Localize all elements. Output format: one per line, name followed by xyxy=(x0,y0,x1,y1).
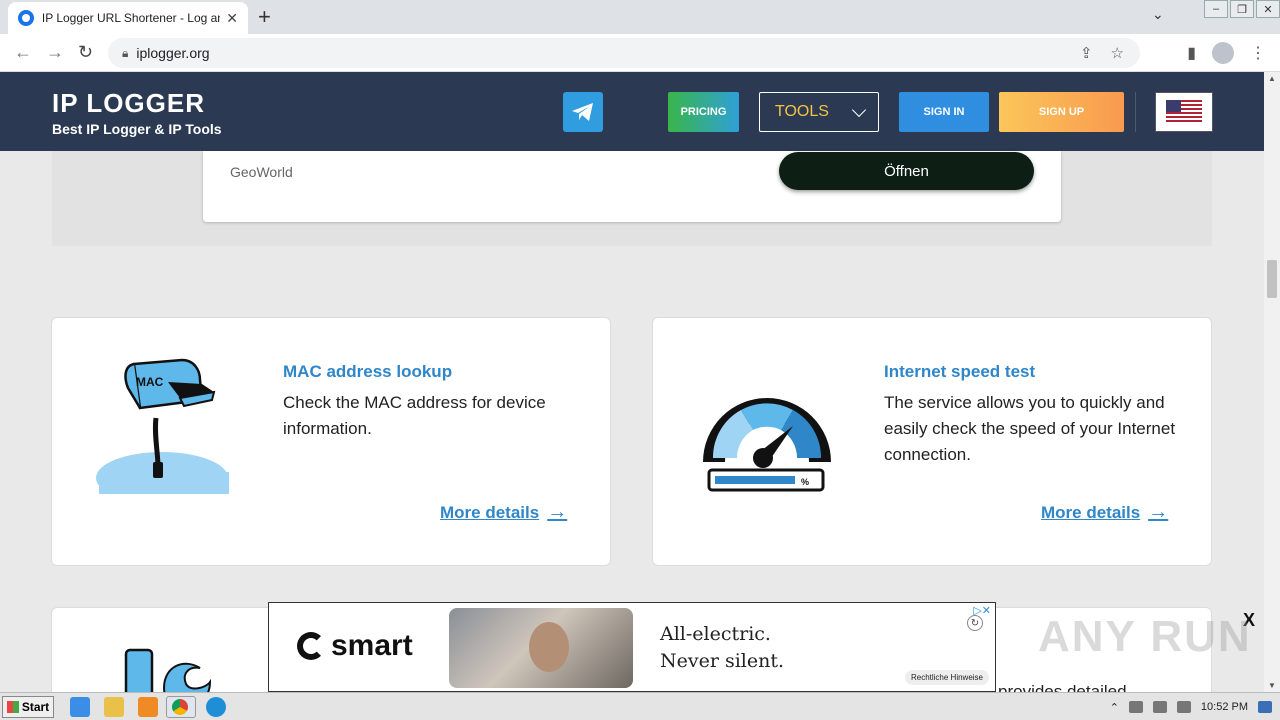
url-text[interactable]: iplogger.org xyxy=(136,45,209,61)
more-details-label: More details xyxy=(1041,502,1141,522)
arrow-right-icon: → xyxy=(547,501,568,523)
site-favicon-icon xyxy=(18,10,34,26)
tab-strip: IP Logger URL Shortener - Log and T ✕ + … xyxy=(0,0,1280,34)
forward-icon[interactable]: → xyxy=(46,42,64,63)
tab-close-icon[interactable]: ✕ xyxy=(226,10,238,27)
more-details-label: More details xyxy=(440,502,540,522)
ad-legal-notice[interactable]: Rechtliche Hinweise xyxy=(904,670,989,685)
scroll-thumb[interactable] xyxy=(1267,260,1277,298)
smart-logo: smart xyxy=(297,629,413,663)
reload-icon[interactable]: ↻ xyxy=(78,42,93,63)
scroll-up-icon[interactable]: ▲ xyxy=(1268,74,1276,83)
top-ad[interactable]: GeoWorld Öffnen xyxy=(203,151,1061,222)
more-details-link[interactable]: More details → xyxy=(1041,501,1168,524)
profile-avatar-icon[interactable] xyxy=(1212,42,1234,64)
ad-open-button[interactable]: Öffnen xyxy=(779,152,1034,190)
tool-card-mac-lookup: MAC MAC address lookup Check the MAC add… xyxy=(51,317,611,566)
menu-kebab-icon[interactable]: ⋮ xyxy=(1250,43,1266,63)
telegram-button[interactable] xyxy=(563,92,603,132)
new-tab-button[interactable]: + xyxy=(258,4,271,30)
sign-in-button[interactable]: SIGN IN xyxy=(899,92,989,132)
flag-notification-icon[interactable] xyxy=(1176,701,1191,713)
media-player-icon[interactable] xyxy=(138,697,158,717)
system-tray: ⌃ 10:52 PM xyxy=(1110,693,1280,720)
arrow-right-icon: → xyxy=(1148,501,1169,523)
card-description: Check the MAC address for device informa… xyxy=(283,393,546,438)
clock-time[interactable]: 10:52 PM xyxy=(1201,701,1248,713)
windows-logo-icon xyxy=(6,701,19,713)
chevron-down-icon xyxy=(851,102,867,118)
speedometer-icon: % xyxy=(703,398,831,492)
browser-toolbar: ← → ↻ 🔒︎ iplogger.org ⇪ ☆ ▮ ⋮ xyxy=(0,34,1280,72)
page-scrollbar[interactable]: ▲ ▼ xyxy=(1264,72,1280,692)
edge-icon[interactable] xyxy=(206,697,226,717)
start-button[interactable]: Start xyxy=(2,696,54,718)
share-icon[interactable]: ⇪ xyxy=(1080,44,1093,62)
card-title[interactable]: Internet speed test xyxy=(884,362,1035,382)
tab-search-chevron-icon[interactable]: ⌄ xyxy=(1152,6,1164,23)
site-logo[interactable]: IP LOGGER Best IP Logger & IP Tools xyxy=(52,88,222,137)
tools-label: TOOLS xyxy=(775,103,829,120)
volume-icon[interactable] xyxy=(1128,701,1143,713)
restore-icon[interactable]: ❐ xyxy=(1230,0,1254,18)
bookmark-star-icon[interactable]: ☆ xyxy=(1111,44,1124,62)
sign-up-button[interactable]: SIGN UP xyxy=(999,92,1124,132)
ad-slogan-line2: Never silent. xyxy=(660,650,785,672)
window-controls: – ❐ ✕ xyxy=(1204,0,1280,18)
chrome-icon xyxy=(172,699,188,715)
ad-advertiser: GeoWorld xyxy=(230,164,293,180)
tray-expand-icon[interactable]: ⌃ xyxy=(1110,701,1119,714)
smart-brand-text: smart xyxy=(331,629,413,662)
browser-tab[interactable]: IP Logger URL Shortener - Log and T ✕ xyxy=(8,2,248,34)
telegram-icon xyxy=(572,103,593,121)
pricing-button[interactable]: PRICING xyxy=(668,92,739,132)
logo-tagline: Best IP Logger & IP Tools xyxy=(52,121,222,137)
side-panel-icon[interactable]: ▮ xyxy=(1187,43,1196,63)
tool-card-speed-test: % Internet speed test The service allows… xyxy=(652,317,1212,566)
mailbox-icon: MAC xyxy=(96,358,229,494)
mac-label-text: MAC xyxy=(136,375,164,389)
back-icon[interactable]: ← xyxy=(14,42,32,63)
os-taskbar: Start ⌃ 10:52 PM xyxy=(0,692,1280,720)
window-close-icon[interactable]: ✕ xyxy=(1256,0,1280,18)
card-title[interactable]: MAC address lookup xyxy=(283,362,452,382)
ad-slogan: All-electric. Never silent. xyxy=(660,621,784,675)
language-selector[interactable] xyxy=(1155,92,1213,132)
lock-icon[interactable]: 🔒︎ xyxy=(122,46,128,61)
tab-title: IP Logger URL Shortener - Log and T xyxy=(41,11,220,25)
top-ad-container: GeoWorld Öffnen xyxy=(52,151,1212,246)
start-label: Start xyxy=(21,700,50,714)
header-divider xyxy=(1135,92,1136,132)
ie-icon[interactable] xyxy=(70,697,90,717)
minimize-icon[interactable]: – xyxy=(1204,0,1228,18)
scroll-down-icon[interactable]: ▼ xyxy=(1268,681,1276,690)
card-description: The service allows you to quickly and ea… xyxy=(884,393,1176,464)
percent-glyph: % xyxy=(801,477,809,487)
more-details-link[interactable]: More details → xyxy=(440,501,567,524)
logo-brand: IP LOGGER xyxy=(52,88,205,118)
ad-photo xyxy=(449,608,633,688)
network-icon[interactable] xyxy=(1152,701,1167,713)
watermark-logo: ANY RUN xyxy=(1038,612,1252,661)
site-header: IP LOGGER Best IP Logger & IP Tools PRIC… xyxy=(0,72,1264,151)
tools-dropdown[interactable]: TOOLS xyxy=(759,92,879,132)
bottom-ad-banner[interactable]: smart All-electric. Never silent. ▷✕ ↻ R… xyxy=(268,602,996,692)
address-bar[interactable]: 🔒︎ iplogger.org ⇪ ☆ xyxy=(108,38,1140,68)
us-flag-icon xyxy=(1166,100,1202,124)
ad-slogan-line1: All-electric. xyxy=(660,623,771,645)
ad-reload-icon[interactable]: ↻ xyxy=(967,615,983,631)
folder-icon[interactable] xyxy=(104,697,124,717)
smart-logo-icon xyxy=(297,632,325,660)
show-desktop-icon[interactable] xyxy=(1258,701,1272,713)
